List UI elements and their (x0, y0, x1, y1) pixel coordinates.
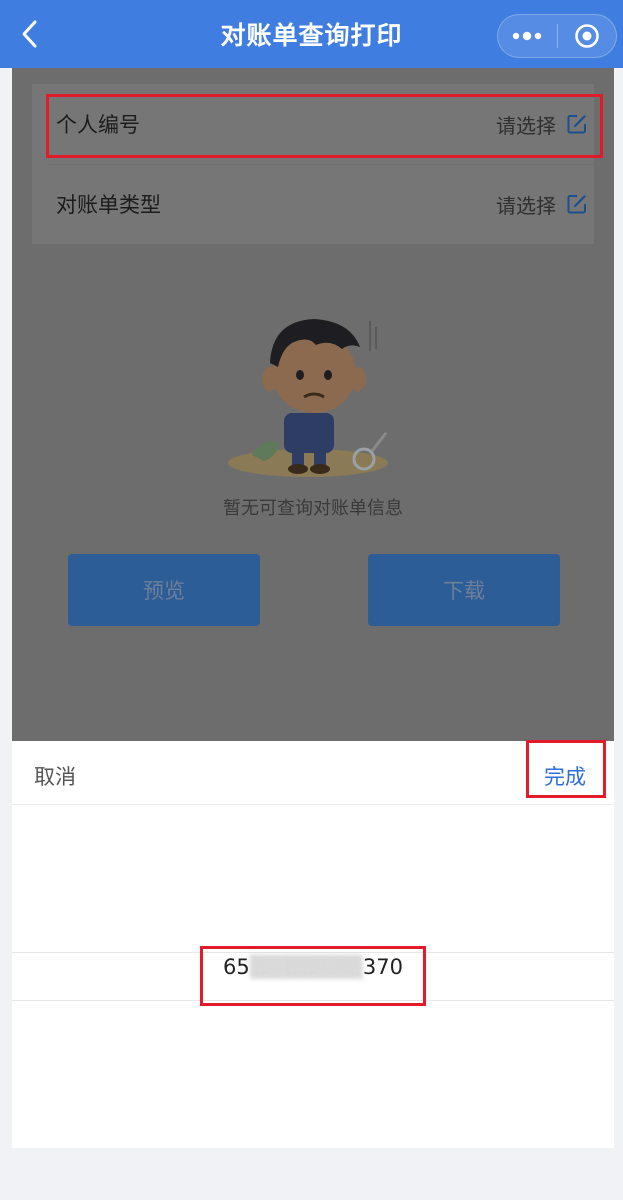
nav-bar: 对账单查询打印 (0, 0, 623, 68)
statement-type-row[interactable]: 对账单类型 请选择 (32, 164, 594, 244)
more-dots-icon (513, 31, 542, 41)
target-circle-icon (574, 24, 599, 48)
statement-type-placeholder: 请选择 (496, 193, 556, 218)
download-button[interactable]: 下载 (368, 554, 560, 626)
empty-state-text: 暂无可查询对账单信息 (223, 498, 403, 519)
cancel-button[interactable]: 取消 (34, 761, 76, 791)
picker-sheet: 取消 完成 65▒▒▒▒▒▒▒370 (12, 741, 614, 1148)
highlight-done (526, 740, 606, 798)
highlight-personal-id (46, 94, 603, 158)
close-mini-program-button[interactable] (558, 15, 617, 57)
edit-icon (567, 195, 586, 214)
more-button[interactable] (498, 15, 557, 57)
picker-toolbar: 取消 完成 (12, 741, 614, 805)
dimmed-page-content: 个人编号 请选择 对账单类型 请选择 暂无可查询对账单信息 预览 下载 (12, 68, 614, 741)
preview-button[interactable]: 预览 (68, 554, 260, 626)
highlight-selected-id (200, 946, 426, 1006)
page-title: 对账单查询打印 (220, 21, 403, 50)
statement-type-label: 对账单类型 (56, 193, 161, 217)
chevron-left-icon (22, 20, 37, 48)
mini-program-capsule (497, 14, 617, 58)
back-button[interactable] (14, 18, 46, 50)
